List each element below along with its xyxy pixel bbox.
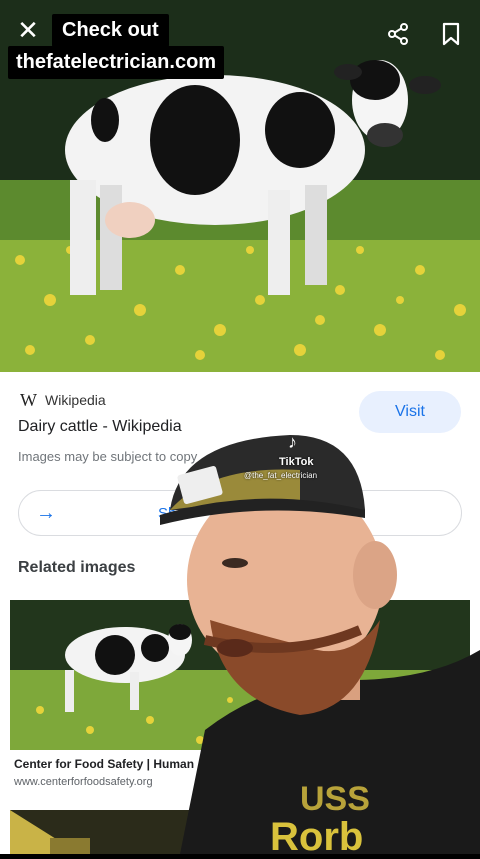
bookmark-icon[interactable]	[440, 22, 462, 46]
visit-button[interactable]: Visit	[359, 391, 461, 433]
url-label: thefatelectrician.com	[8, 46, 225, 79]
wikipedia-logo-icon: W	[20, 389, 37, 410]
svg-text:Rorb: Rorb	[270, 815, 363, 854]
related-domain: www.centerforfoodsafety.org	[14, 776, 153, 788]
related-heading: Related images	[18, 559, 136, 576]
title-label: Check out	[52, 14, 169, 47]
close-icon[interactable]: ✕	[14, 16, 42, 44]
source-row: W Wikipedia	[20, 390, 106, 410]
tiktok-handle: @the_fat_electrician	[244, 471, 318, 480]
share-icon[interactable]	[386, 22, 410, 46]
arrow-right-icon: →	[36, 502, 56, 524]
source-label: Wikipedia	[45, 392, 106, 408]
creator-overlay: USS Rorb	[150, 430, 480, 859]
tiktok-logo-icon: ♪	[288, 432, 297, 452]
tiktok-label: TikTok	[279, 456, 314, 468]
svg-text:USS: USS	[300, 780, 370, 818]
